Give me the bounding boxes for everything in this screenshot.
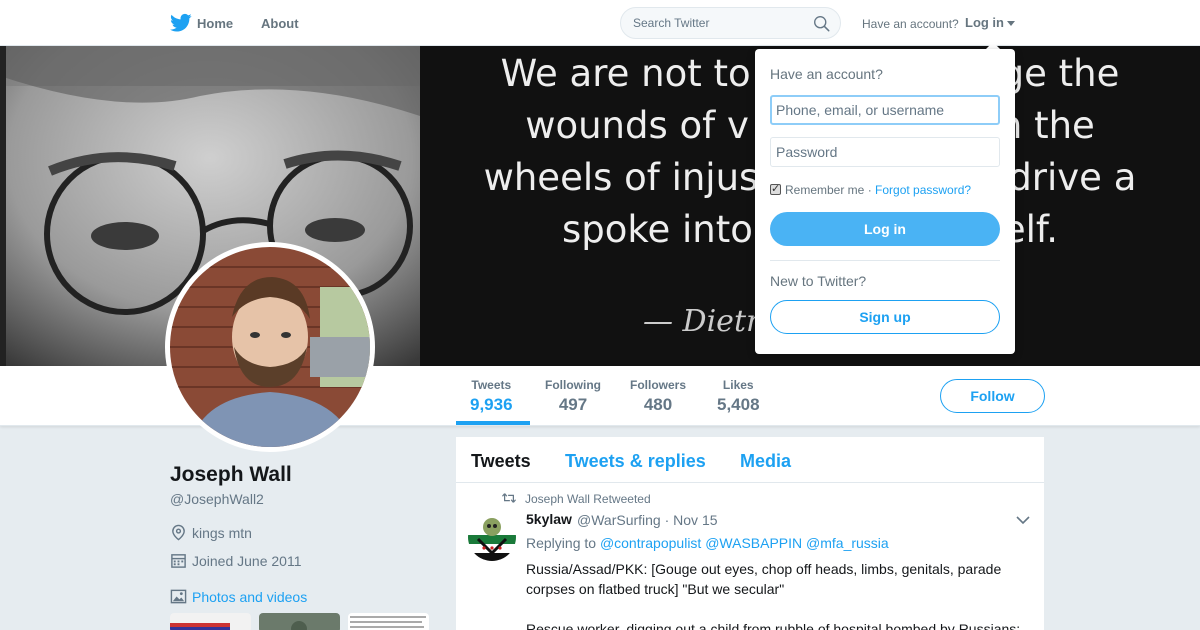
password-field[interactable]: Password xyxy=(770,137,1000,167)
signup-button[interactable]: Sign up xyxy=(770,300,1000,334)
tweet-author-handle[interactable]: @WarSurfing · Nov 15 xyxy=(577,512,718,528)
stat-tweets[interactable]: Tweets 9,936 xyxy=(470,378,513,415)
forgot-password-link[interactable]: Forgot password? xyxy=(875,183,971,197)
have-account-text: Have an account? xyxy=(862,17,959,31)
caret-down-icon[interactable] xyxy=(1007,21,1015,26)
divider xyxy=(770,260,1000,261)
search-box[interactable]: Search Twitter xyxy=(620,7,841,39)
stat-tweets-label: Tweets xyxy=(471,378,512,392)
active-stat-indicator xyxy=(456,421,530,425)
stat-tweets-value: 9,936 xyxy=(470,395,513,414)
stat-followers[interactable]: Followers 480 xyxy=(630,378,686,415)
timeline-tabs: Tweets Tweets & replies Media xyxy=(456,437,1044,483)
remember-checkbox[interactable] xyxy=(770,182,781,195)
login-button[interactable]: Log in xyxy=(770,212,1000,246)
stat-following-value: 497 xyxy=(558,395,588,414)
media-thumbnail-image xyxy=(259,613,340,630)
tab-tweets-replies[interactable]: Tweets & replies xyxy=(565,451,706,472)
avatar[interactable] xyxy=(165,242,375,452)
stat-followers-value: 480 xyxy=(643,395,673,414)
retweet-icon xyxy=(502,493,516,503)
reply-mentions[interactable]: @contrapopulist @WASBAPPIN @mfa_russia xyxy=(600,535,889,551)
stat-likes[interactable]: Likes 5,408 xyxy=(717,378,760,415)
top-nav: Home About Search Twitter Have an accoun… xyxy=(0,0,1200,46)
media-thumbnail[interactable] xyxy=(259,613,340,630)
location-text: kings mtn xyxy=(192,525,252,541)
tab-tweets[interactable]: Tweets xyxy=(471,451,531,472)
timeline: Tweets Tweets & replies Media Joseph Wal… xyxy=(456,437,1044,630)
tweet-replying-to: Replying to @contrapopulist @WASBAPPIN @… xyxy=(526,535,889,551)
tab-media[interactable]: Media xyxy=(740,451,791,472)
follow-button[interactable]: Follow xyxy=(940,379,1045,413)
media-thumbnail[interactable] xyxy=(348,613,429,630)
new-to-twitter-text: New to Twitter? xyxy=(770,273,867,289)
remember-row: Remember me · Forgot password? xyxy=(770,182,971,197)
stat-following-label: Following xyxy=(545,378,601,392)
chevron-down-icon[interactable] xyxy=(1016,515,1030,525)
calendar-icon xyxy=(171,554,186,568)
media-thumbnail-image xyxy=(348,613,429,630)
profile-handle[interactable]: @JosephWall2 xyxy=(170,491,264,507)
nav-about-link[interactable]: About xyxy=(261,16,299,31)
tweet-avatar-image xyxy=(468,513,516,561)
tweet-avatar[interactable] xyxy=(468,513,516,561)
tweet-author-name[interactable]: 5kylaw xyxy=(526,511,572,527)
search-icon[interactable] xyxy=(813,15,830,32)
remember-label[interactable]: Remember me xyxy=(785,183,864,197)
profile-name[interactable]: Joseph Wall xyxy=(170,463,292,487)
joined-text: Joined June 2011 xyxy=(192,553,302,569)
avatar-photo xyxy=(170,247,370,447)
retweet-context[interactable]: Joseph Wall Retweeted xyxy=(525,492,651,506)
replying-prefix: Replying to xyxy=(526,535,597,551)
stat-likes-value: 5,408 xyxy=(717,395,760,414)
stat-following[interactable]: Following 497 xyxy=(545,378,601,415)
location-icon xyxy=(172,524,185,541)
separator-dot: · xyxy=(864,183,876,197)
twitter-bird-icon[interactable] xyxy=(170,13,192,33)
photo-icon xyxy=(170,589,187,604)
media-thumbnail-image xyxy=(170,613,251,630)
login-menu-link[interactable]: Log in xyxy=(965,15,1004,30)
stat-likes-label: Likes xyxy=(722,378,754,392)
search-input[interactable]: Search Twitter xyxy=(633,16,709,30)
dropdown-title: Have an account? xyxy=(770,66,883,82)
username-field[interactable]: Phone, email, or username xyxy=(770,95,1000,125)
quote-signature: — Dietr xyxy=(643,304,761,339)
login-dropdown: Have an account? Phone, email, or userna… xyxy=(755,49,1015,354)
tweet-text: Rescue worker, digging out a child from … xyxy=(526,621,1021,630)
stat-followers-label: Followers xyxy=(630,378,687,392)
media-thumbnail[interactable] xyxy=(170,613,251,630)
photos-videos-label[interactable]: Photos and videos xyxy=(192,589,307,605)
tweet-text: Russia/Assad/PKK: [Gouge out eyes, chop … xyxy=(526,561,1002,597)
nav-home-link[interactable]: Home xyxy=(197,16,233,31)
